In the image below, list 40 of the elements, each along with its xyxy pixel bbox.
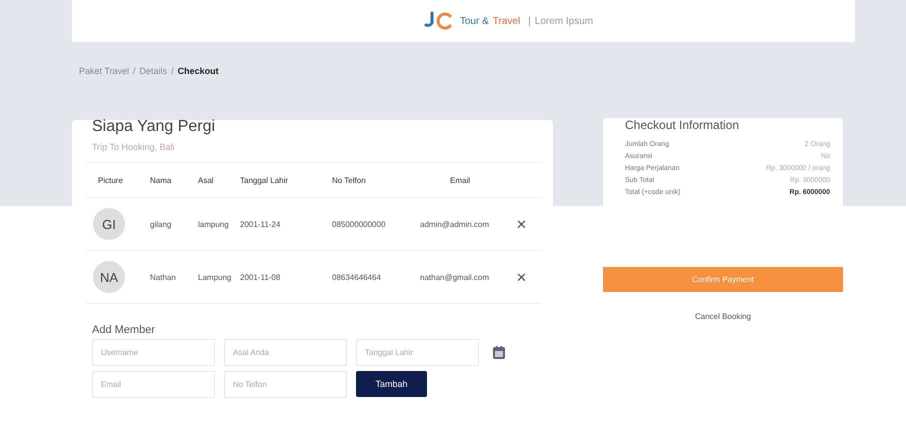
logo-icon [424, 11, 454, 31]
input-field[interactable]: Email [92, 371, 215, 398]
input-field[interactable]: Asal Anda [224, 339, 347, 366]
brand-name: Tour & [460, 16, 489, 26]
column-header: Nama [149, 176, 172, 184]
card-subtitle: Trip To Hooking, Bali [92, 142, 176, 152]
input-field[interactable]: Username [92, 339, 215, 366]
column-header: No Telfon [331, 176, 367, 184]
table-cell: nathan@gmail.com [420, 272, 490, 282]
card-title: Siapa Yang Pergi [92, 118, 216, 136]
table-cell: 08634646464 [332, 272, 381, 282]
brand-name-accent: Travel [492, 16, 520, 26]
table-cell: lampung [198, 220, 229, 228]
section-title: Add Member [92, 324, 156, 336]
card-title: Checkout Information [625, 118, 740, 132]
remove-button[interactable]: ✕ [516, 270, 527, 284]
column-header: Asal [197, 176, 215, 184]
add-button[interactable]: Tambah [356, 371, 427, 397]
input-field[interactable]: Tanggal Lahir [356, 339, 479, 366]
breadcrumb-separator: / [171, 66, 174, 78]
calendar-icon[interactable] [493, 346, 505, 359]
avatar: NA [93, 261, 125, 293]
cancel-link[interactable]: Cancel Booking [694, 312, 752, 321]
breadcrumb-link[interactable]: Checkout [178, 66, 219, 84]
tagline: Lorem Ipsum [534, 16, 594, 26]
column-header: Tanggal Lahir [239, 176, 290, 184]
table-cell: 085000000000 [332, 220, 386, 228]
table-cell: gilang [150, 220, 172, 228]
table-cell: 2001-11-24 [240, 220, 280, 228]
breadcrumb-separator: / [133, 66, 136, 78]
avatar: GI [93, 208, 125, 240]
input-field[interactable]: No Telfon [224, 371, 347, 398]
remove-button[interactable]: ✕ [516, 216, 527, 232]
column-header: Picture [97, 176, 124, 184]
divider-text: | [528, 16, 531, 26]
table-cell: Lampung [198, 272, 232, 282]
table-cell: admin@admin.com [420, 220, 490, 228]
column-header: Email [449, 176, 472, 184]
table-cell: Nathan [150, 272, 176, 282]
table-cell: 2001-11-08 [240, 272, 280, 282]
